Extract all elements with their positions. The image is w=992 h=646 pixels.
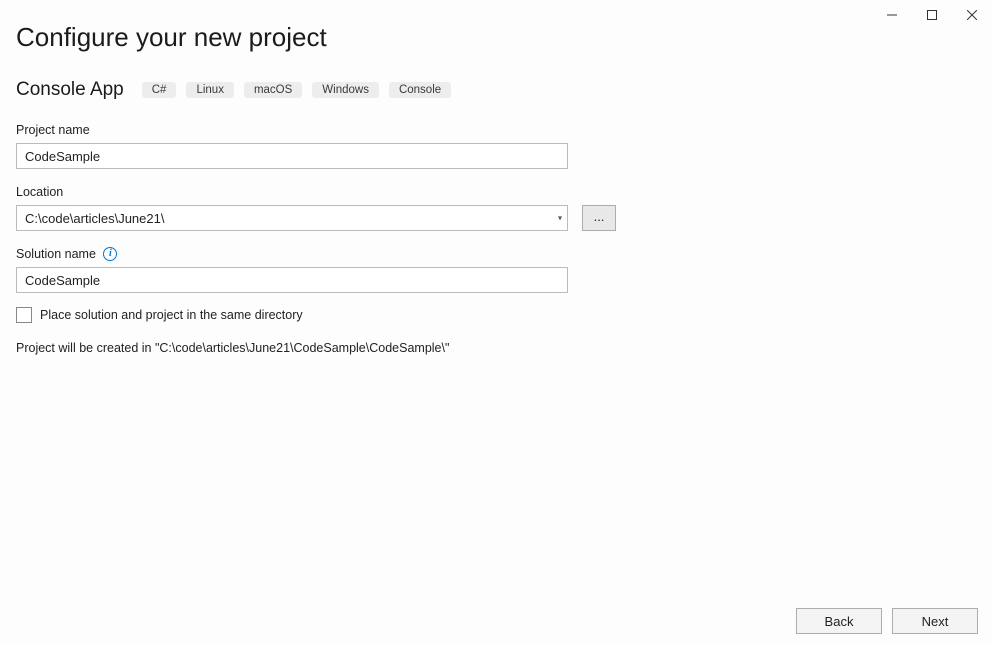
solution-name-label: Solution name xyxy=(16,247,96,261)
back-button[interactable]: Back xyxy=(796,608,882,634)
template-row: Console App C# Linux macOS Windows Conso… xyxy=(16,79,976,101)
location-label: Location xyxy=(16,185,63,199)
next-button[interactable]: Next xyxy=(892,608,978,634)
close-button[interactable] xyxy=(952,0,992,30)
project-name-input[interactable] xyxy=(16,143,568,169)
same-directory-checkbox[interactable] xyxy=(16,307,32,323)
same-directory-label: Place solution and project in the same d… xyxy=(40,308,303,322)
maximize-button[interactable] xyxy=(912,0,952,30)
solution-name-input[interactable] xyxy=(16,267,568,293)
browse-button[interactable]: ... xyxy=(582,205,616,231)
creation-path-summary: Project will be created in "C:\code\arti… xyxy=(16,341,976,355)
tag-macos: macOS xyxy=(244,82,302,98)
minimize-button[interactable] xyxy=(872,0,912,30)
tag-csharp: C# xyxy=(142,82,177,98)
template-name: Console App xyxy=(16,79,124,101)
tag-console: Console xyxy=(389,82,451,98)
location-input[interactable] xyxy=(16,205,568,231)
tag-windows: Windows xyxy=(312,82,379,98)
page-title: Configure your new project xyxy=(16,22,976,53)
info-icon[interactable]: i xyxy=(103,247,117,261)
project-name-label: Project name xyxy=(16,123,90,137)
tag-linux: Linux xyxy=(186,82,234,98)
